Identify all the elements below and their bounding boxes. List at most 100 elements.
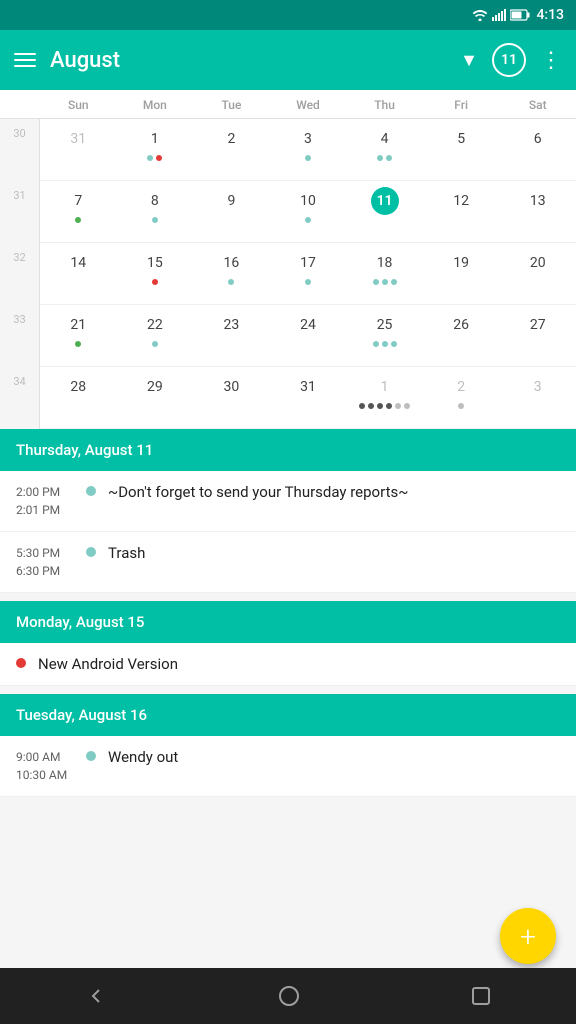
today-badge[interactable]: 11	[492, 43, 526, 77]
event-time: 9:00 AM10:30 AM	[16, 748, 74, 784]
day-number: 21	[64, 311, 92, 339]
event-dots	[346, 279, 423, 285]
event-dot	[228, 279, 234, 285]
week-num-header	[0, 90, 40, 118]
event-color-dot	[86, 751, 96, 761]
calendar-day[interactable]: 12	[423, 181, 500, 243]
calendar-day[interactable]: 26	[423, 305, 500, 367]
day-number: 31	[294, 373, 322, 401]
dow-label: Mon	[117, 90, 194, 118]
calendar-day[interactable]: 8	[117, 181, 194, 243]
event-title: ~Don't forget to send your Thursday repo…	[108, 483, 560, 501]
event-dot	[386, 403, 392, 409]
calendar-day[interactable]: 25	[346, 305, 423, 367]
event-dot	[382, 279, 388, 285]
day-number: 30	[217, 373, 245, 401]
calendar-day[interactable]: 22	[117, 305, 194, 367]
event-dot	[147, 155, 153, 161]
day-number: 3	[524, 373, 552, 401]
event-color-dot	[16, 658, 26, 668]
event-dot	[75, 217, 81, 223]
event-dot	[391, 279, 397, 285]
section-divider	[0, 686, 576, 694]
calendar-day[interactable]: 29	[117, 367, 194, 429]
back-button[interactable]	[84, 984, 108, 1008]
event-dot	[156, 155, 162, 161]
calendar-day[interactable]: 3	[499, 367, 576, 429]
wifi-icon	[472, 9, 488, 21]
week-number: 33	[0, 305, 40, 367]
calendar-day[interactable]: 9	[193, 181, 270, 243]
calendar-day[interactable]: 19	[423, 243, 500, 305]
day-number: 28	[64, 373, 92, 401]
calendar-day[interactable]: 2	[423, 367, 500, 429]
dropdown-arrow-icon[interactable]: ▼	[460, 50, 478, 71]
week-number: 34	[0, 367, 40, 429]
event-dots	[346, 155, 423, 161]
calendar-day[interactable]: 16	[193, 243, 270, 305]
calendar-day[interactable]: 13	[499, 181, 576, 243]
calendar-day[interactable]: 2	[193, 119, 270, 181]
event-dot	[373, 341, 379, 347]
calendar-day[interactable]: 28	[40, 367, 117, 429]
calendar-day[interactable]: 31	[40, 119, 117, 181]
event-item[interactable]: New Android Version	[0, 643, 576, 686]
status-bar: 4:13	[0, 0, 576, 30]
event-dot	[75, 341, 81, 347]
event-dots	[270, 217, 347, 223]
calendar-day[interactable]: 10	[270, 181, 347, 243]
calendar-day[interactable]: 3	[270, 119, 347, 181]
calendar-day[interactable]: 17	[270, 243, 347, 305]
event-color-dot	[86, 547, 96, 557]
day-number: 19	[447, 249, 475, 277]
day-number: 14	[64, 249, 92, 277]
day-number: 4	[371, 125, 399, 153]
event-dot	[152, 217, 158, 223]
day-number: 26	[447, 311, 475, 339]
day-number: 10	[294, 187, 322, 215]
day-number: 7	[64, 187, 92, 215]
event-dots	[346, 403, 423, 409]
dow-header: SunMonTueWedThuFriSat	[0, 90, 576, 119]
calendar-day[interactable]: 1	[117, 119, 194, 181]
calendar-day[interactable]: 5	[423, 119, 500, 181]
event-date-header: Tuesday, August 16	[0, 694, 576, 736]
calendar-day[interactable]: 1	[346, 367, 423, 429]
event-item[interactable]: 9:00 AM10:30 AMWendy out	[0, 736, 576, 797]
calendar-day[interactable]: 15	[117, 243, 194, 305]
event-time: 5:30 PM6:30 PM	[16, 544, 74, 580]
calendar-day[interactable]: 31	[270, 367, 347, 429]
calendar-day[interactable]: 27	[499, 305, 576, 367]
calendar-day[interactable]: 18	[346, 243, 423, 305]
calendar-day[interactable]: 11	[346, 181, 423, 243]
day-number: 29	[141, 373, 169, 401]
event-dots	[270, 279, 347, 285]
toolbar: August ▼ 11 ⋮	[0, 30, 576, 90]
event-dots	[193, 279, 270, 285]
calendar-day[interactable]: 7	[40, 181, 117, 243]
event-dot	[305, 217, 311, 223]
day-number: 18	[371, 249, 399, 277]
hamburger-menu-button[interactable]	[14, 53, 36, 67]
calendar-day[interactable]: 21	[40, 305, 117, 367]
event-item[interactable]: 2:00 PM2:01 PM~Don't forget to send your…	[0, 471, 576, 532]
event-title: New Android Version	[38, 655, 560, 673]
calendar-day[interactable]: 30	[193, 367, 270, 429]
week-number: 32	[0, 243, 40, 305]
calendar-day[interactable]: 6	[499, 119, 576, 181]
recents-button[interactable]	[470, 985, 492, 1007]
calendar-day[interactable]: 4	[346, 119, 423, 181]
calendar-day[interactable]: 24	[270, 305, 347, 367]
event-dot	[458, 403, 464, 409]
add-event-fab[interactable]: +	[500, 908, 556, 964]
home-button[interactable]	[277, 984, 301, 1008]
calendar-day[interactable]: 14	[40, 243, 117, 305]
day-number: 1	[141, 125, 169, 153]
more-options-icon[interactable]: ⋮	[540, 48, 562, 73]
dow-label: Wed	[270, 90, 347, 118]
event-dots	[117, 217, 194, 223]
calendar-day[interactable]: 20	[499, 243, 576, 305]
event-item[interactable]: 5:30 PM6:30 PMTrash	[0, 532, 576, 593]
day-number: 11	[371, 187, 399, 215]
calendar-day[interactable]: 23	[193, 305, 270, 367]
